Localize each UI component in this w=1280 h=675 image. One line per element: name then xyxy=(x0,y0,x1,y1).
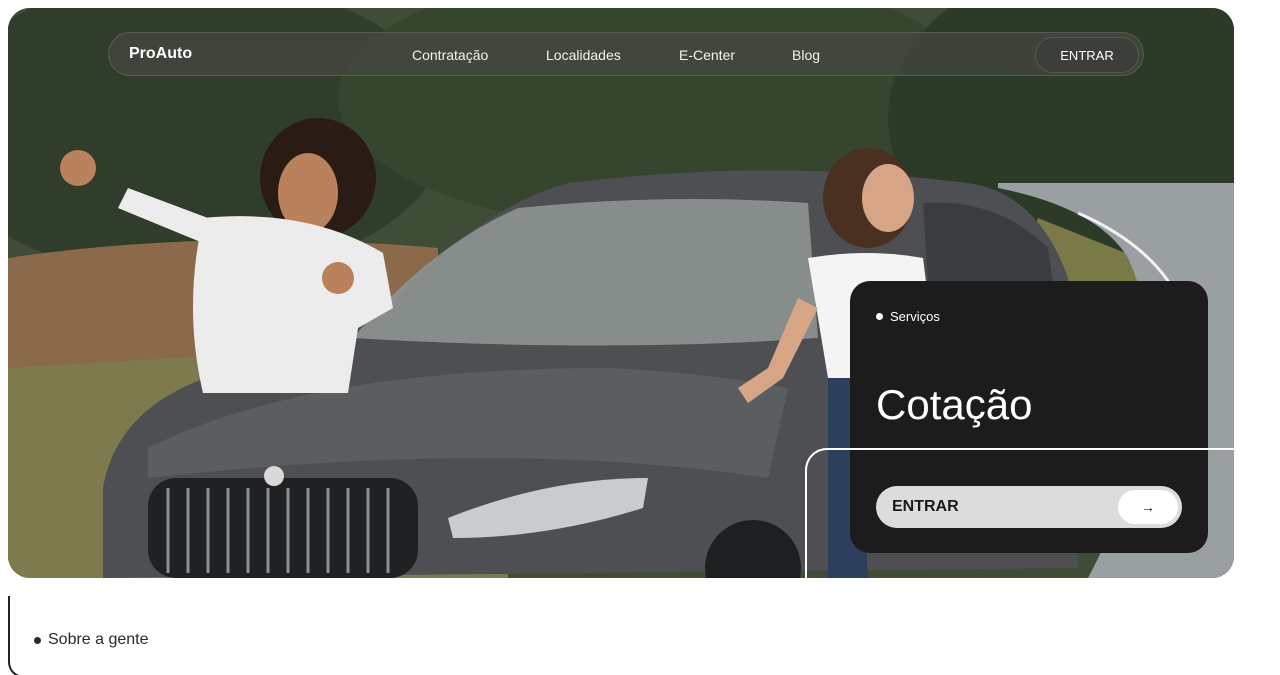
nav-link-localidades[interactable]: Localidades xyxy=(546,47,621,63)
decorative-frame-line xyxy=(805,448,1234,578)
service-tag: Serviços xyxy=(876,309,940,324)
bullet-dot-icon xyxy=(876,313,883,320)
nav-link-contratacao[interactable]: Contratação xyxy=(412,47,488,63)
top-navbar: ProAuto Contratação Localidades E-Center… xyxy=(108,32,1144,76)
card-title: Cotação xyxy=(876,381,1033,428)
nav-enter-button[interactable]: ENTRAR xyxy=(1035,37,1139,73)
bullet-dot-icon xyxy=(34,636,41,644)
about-tag: Sobre a gente xyxy=(34,631,149,649)
nav-links: Contratação Localidades E-Center Blog xyxy=(109,33,1143,77)
hero-banner: ProAuto Contratação Localidades E-Center… xyxy=(8,8,1234,578)
service-tag-label: Serviços xyxy=(890,309,940,324)
about-tag-label: Sobre a gente xyxy=(48,631,149,648)
nav-link-blog[interactable]: Blog xyxy=(792,47,820,63)
nav-link-e-center[interactable]: E-Center xyxy=(679,47,735,63)
